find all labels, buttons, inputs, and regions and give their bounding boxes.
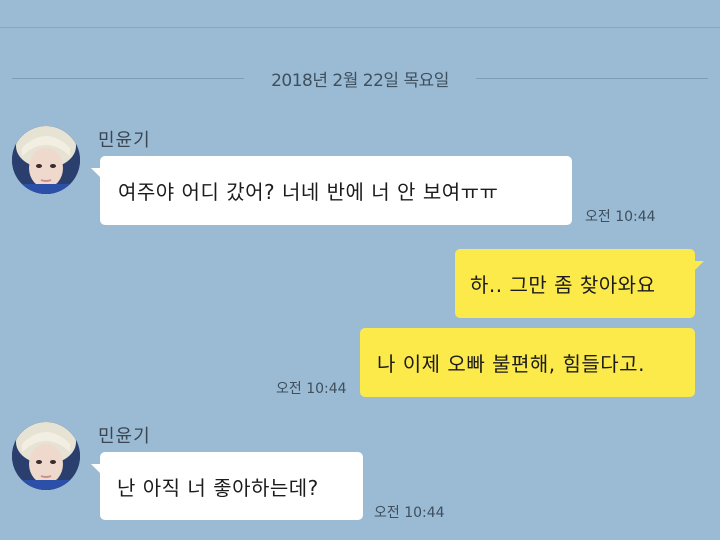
- header-divider: [0, 27, 720, 28]
- my-message-bubble[interactable]: 나 이제 오빠 불편해, 힘들다고.: [360, 328, 695, 397]
- my-message-bubble[interactable]: 하.. 그만 좀 찾아와요: [455, 249, 704, 318]
- message-bubble[interactable]: 난 아직 너 좋아하는데?: [91, 452, 363, 520]
- divider-line-right: [476, 78, 708, 79]
- message-text: 나 이제 오빠 불편해, 힘들다고.: [377, 352, 645, 376]
- message-time: 오전 10:44: [585, 209, 656, 225]
- message-text: 난 아직 너 좋아하는데?: [117, 475, 319, 500]
- message-text: 하.. 그만 좀 찾아와요: [470, 273, 656, 297]
- message-text: 여주야 어디 갔어? 너네 반에 너 안 보여ㅠㅠ: [118, 180, 499, 204]
- date-label: 2018년 2월 22일 목요일: [271, 71, 449, 91]
- sender-name: 민윤기: [98, 426, 151, 447]
- divider-line-left: [12, 78, 244, 79]
- message-time: 오전 10:44: [374, 505, 445, 521]
- avatar[interactable]: [12, 126, 80, 194]
- message-time: 오전 10:44: [276, 381, 347, 397]
- date-divider: 2018년 2월 22일 목요일: [12, 64, 708, 94]
- message-bubble[interactable]: 여주야 어디 갔어? 너네 반에 너 안 보여ㅠㅠ: [91, 156, 572, 225]
- sender-name: 민윤기: [98, 130, 151, 151]
- avatar[interactable]: [12, 422, 80, 490]
